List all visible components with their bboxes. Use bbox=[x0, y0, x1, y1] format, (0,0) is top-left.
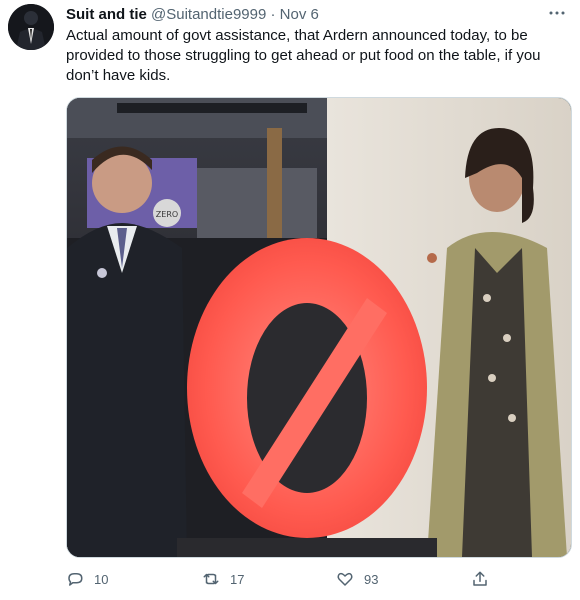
like-icon bbox=[337, 572, 353, 586]
share-icon bbox=[473, 571, 487, 586]
retweet-icon bbox=[203, 573, 219, 585]
tweet-header: Suit and tie @Suitandtie9999 · Nov 6 bbox=[66, 6, 540, 24]
like-count: 93 bbox=[364, 571, 379, 587]
separator-dot: · bbox=[270, 6, 276, 23]
tweet: Suit and tie @Suitandtie9999 · Nov 6 Act… bbox=[0, 0, 580, 600]
tweet-text: Actual amount of govt assistance, that A… bbox=[66, 27, 541, 84]
timestamp[interactable]: Nov 6 bbox=[280, 6, 319, 23]
author-handle[interactable]: @Suitandtie9999 bbox=[151, 6, 266, 23]
like-button[interactable]: 93 bbox=[336, 568, 378, 590]
avatar[interactable] bbox=[8, 4, 54, 50]
more-horizontal-icon[interactable] bbox=[546, 4, 568, 22]
retweet-count: 17 bbox=[230, 571, 245, 587]
reply-button[interactable]: 10 bbox=[66, 568, 108, 590]
tweet-photo[interactable]: ZERO bbox=[66, 97, 572, 558]
author-name[interactable]: Suit and tie bbox=[66, 6, 147, 23]
venue-sign-text: ZERO bbox=[156, 210, 178, 219]
reply-count: 10 bbox=[94, 571, 109, 587]
tweet-actions: 10 17 93 bbox=[66, 568, 496, 590]
retweet-button[interactable]: 17 bbox=[202, 568, 244, 590]
share-button[interactable] bbox=[471, 568, 489, 590]
avatar-image bbox=[8, 4, 54, 50]
reply-icon bbox=[68, 573, 83, 586]
